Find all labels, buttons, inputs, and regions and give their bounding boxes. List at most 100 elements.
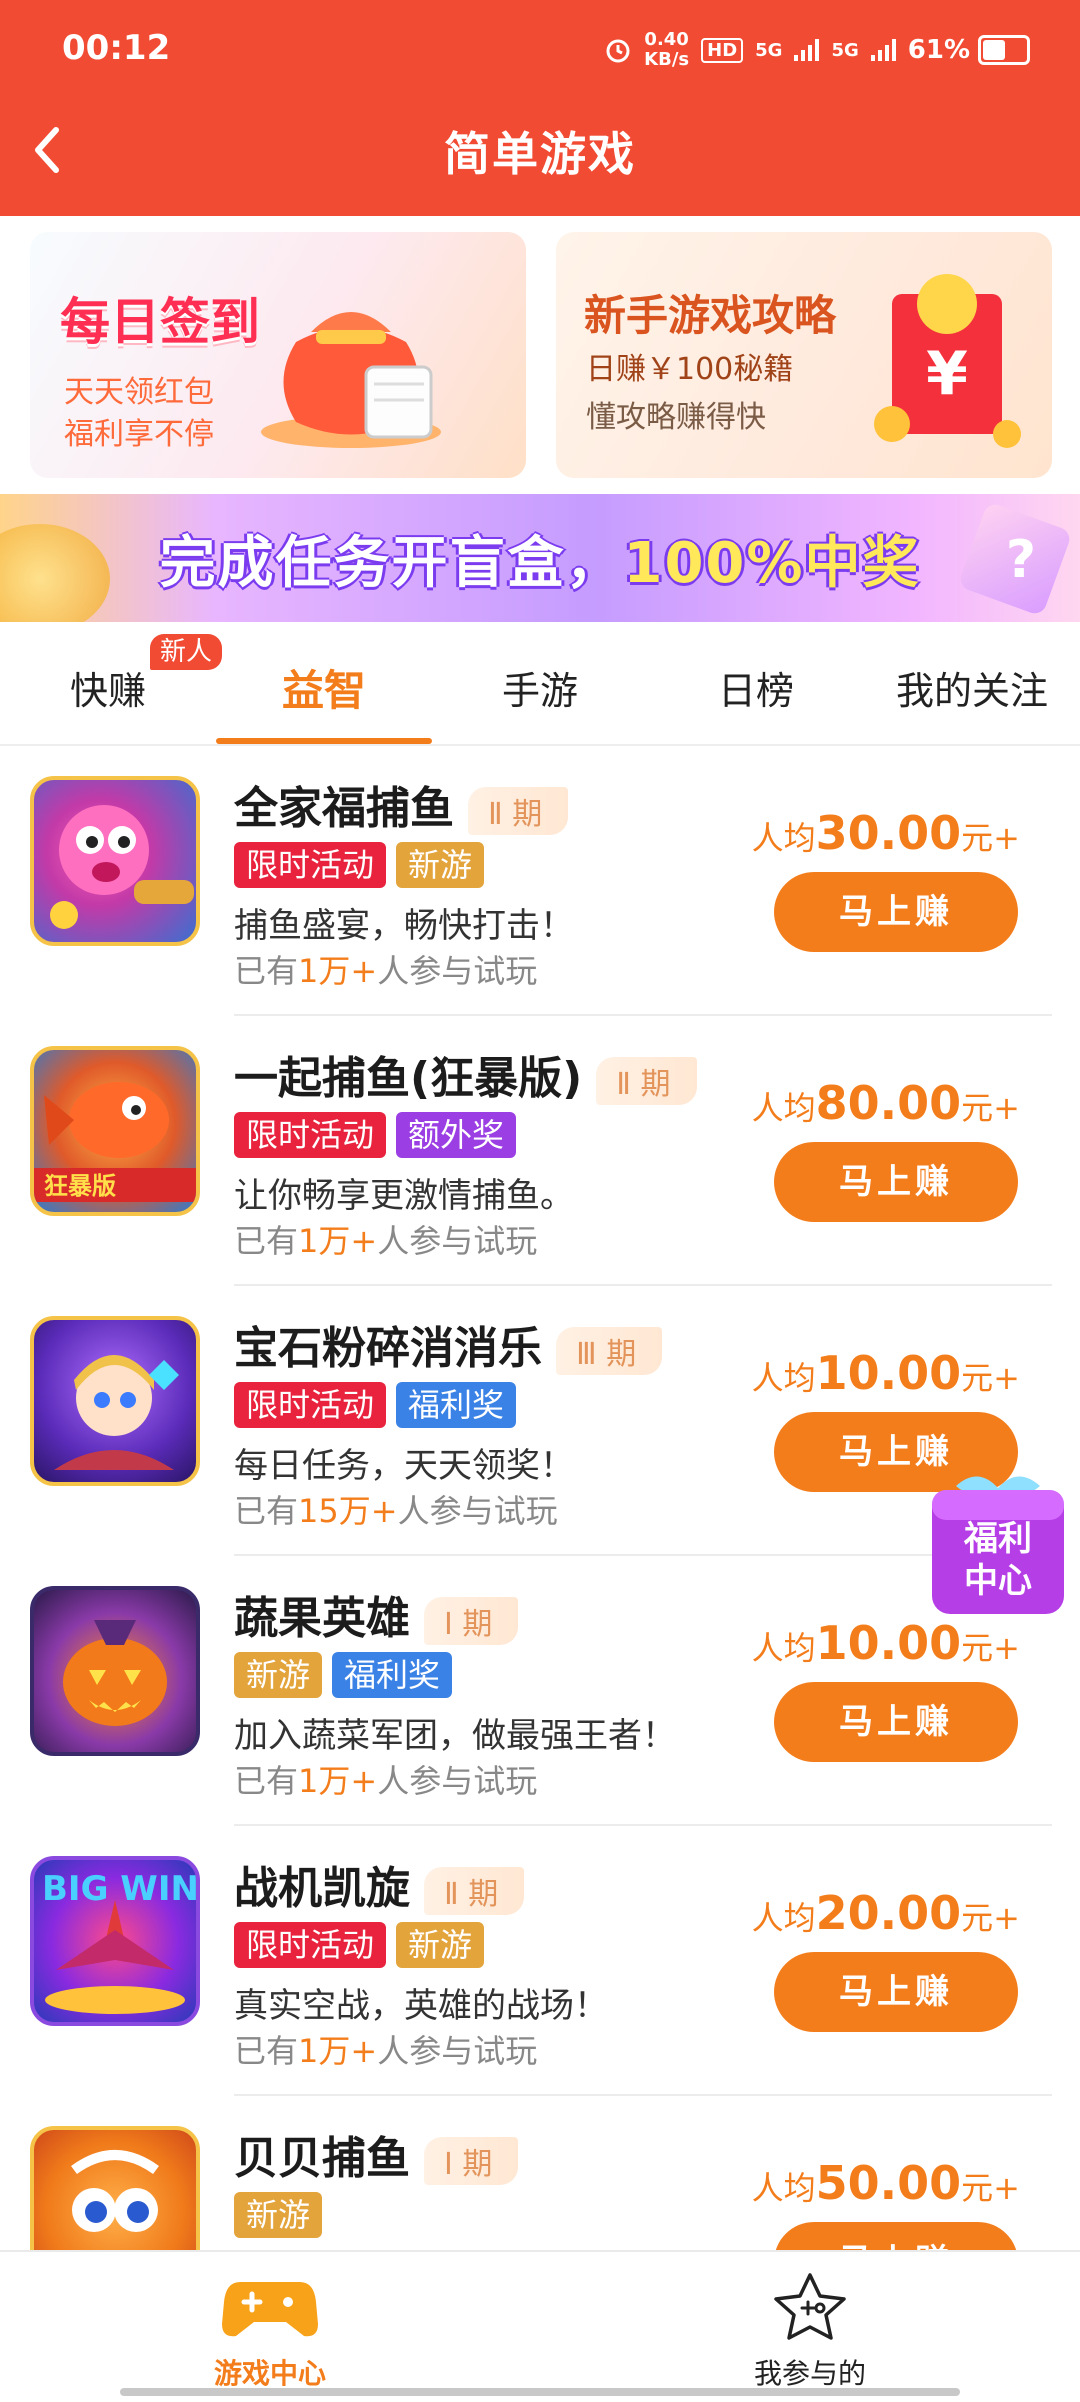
promo-banner[interactable]: 完成任务开盲盒，100%中奖 ?: [0, 494, 1080, 622]
game-tags: 新游: [234, 2192, 323, 2238]
signin-title: 每日签到: [60, 293, 260, 351]
reward-value: 20.00: [815, 1886, 962, 1940]
game-tags: 限时活动 新游: [234, 1922, 485, 1968]
reward-amount: 人均10.00元+: [752, 1346, 1020, 1400]
signal-icon: [794, 39, 820, 61]
earn-now-button[interactable]: 马上赚: [774, 872, 1018, 952]
active-tab-indicator: [216, 738, 432, 744]
game-row[interactable]: 贝贝捕鱼 Ⅰ 期 新游 人均50.00元+ 马上赚: [0, 2096, 1080, 2250]
players-suffix: 人参与试玩: [377, 1222, 538, 1260]
game-desc: 让你畅享更激情捕鱼。: [234, 1176, 574, 1216]
reward-value: 10.00: [815, 1616, 962, 1670]
game-list: 全家福捕鱼 Ⅱ 期 限时活动 新游 捕鱼盛宴，畅快打击！ 已有1万+人参与试玩 人…: [0, 746, 1080, 2250]
players-suffix: 人参与试玩: [377, 952, 538, 990]
reward-amount: 人均50.00元+: [752, 2156, 1020, 2210]
hd-icon: HD: [701, 37, 744, 63]
players-prefix: 已有: [234, 1222, 299, 1260]
reward-prefix: 人均: [751, 2169, 816, 2207]
battery-status: 61%: [908, 35, 1030, 65]
tab-ribang[interactable]: 日榜: [648, 660, 864, 715]
tag-new: 新游: [234, 2192, 323, 2238]
game-name: 一起捕鱼(狂暴版) Ⅱ 期: [234, 1042, 697, 1106]
newbie-guide-card[interactable]: 新手游戏攻略 日赚￥100秘籍 懂攻略赚得快 ¥: [556, 232, 1052, 478]
nav-my-joined[interactable]: 我参与的: [660, 2272, 960, 2392]
category-tabs: 快赚 新人 益智 手游 日榜 我的关注: [0, 622, 1080, 746]
period-badge: Ⅰ 期: [424, 1597, 519, 1645]
tab-my-follow[interactable]: 我的关注: [864, 660, 1080, 715]
reward-suffix: 元+: [961, 819, 1020, 857]
earn-now-button[interactable]: 马上赚: [774, 2222, 1018, 2250]
earn-now-button[interactable]: 马上赚: [774, 1682, 1018, 1762]
players-count: 已有1万+人参与试玩: [234, 946, 537, 992]
daily-signin-card[interactable]: 每日签到 天天领红包 福利享不停: [30, 232, 526, 478]
game-title: 贝贝捕鱼: [234, 2133, 410, 2184]
game-name: 全家福捕鱼 Ⅱ 期: [234, 772, 569, 836]
tab-shouyou[interactable]: 手游: [432, 660, 648, 715]
game-title: 战机凯旋: [234, 1863, 410, 1914]
game-row[interactable]: 全家福捕鱼 Ⅱ 期 限时活动 新游 捕鱼盛宴，畅快打击！ 已有1万+人参与试玩 人…: [0, 746, 1080, 1016]
players-number: 15万+: [298, 1492, 398, 1530]
nav-game-center[interactable]: 游戏中心: [120, 2272, 420, 2392]
reward-value: 80.00: [815, 1076, 962, 1130]
game-name: 蔬果英雄 Ⅰ 期: [234, 1582, 519, 1646]
game-name: 贝贝捕鱼 Ⅰ 期: [234, 2122, 519, 2186]
tag-new: 新游: [234, 1652, 323, 1698]
players-suffix: 人参与试玩: [377, 2032, 538, 2070]
status-bar: 00:12 0.40 KB/s HD 5G 5G 61%: [0, 0, 1080, 104]
earn-now-button[interactable]: 马上赚: [774, 1142, 1018, 1222]
alarm-icon: [606, 39, 630, 63]
network-speed: 0.40 KB/s: [644, 30, 689, 70]
period-badge: Ⅲ 期: [556, 1327, 663, 1375]
gamepad-icon: [222, 2282, 318, 2337]
reward-amount: 人均80.00元+: [752, 1076, 1020, 1130]
tag-welfare: 福利奖: [396, 1382, 517, 1428]
players-prefix: 已有: [234, 1492, 299, 1530]
signin-line1: 天天领红包: [64, 375, 214, 410]
period-badge: Ⅱ 期: [424, 1867, 525, 1915]
game-row[interactable]: BIG WIN 战机凯旋 Ⅱ 期 限时活动 新游 真实空战，英雄的战场！ 已有1万…: [0, 1826, 1080, 2096]
game-row[interactable]: 狂暴版 一起捕鱼(狂暴版) Ⅱ 期 限时活动 额外奖 让你畅享更激情捕鱼。 已有1…: [0, 1016, 1080, 1286]
game-title: 全家福捕鱼: [234, 783, 454, 834]
page-title: 简单游戏: [444, 127, 636, 181]
network-speed-value: 0.40: [644, 29, 689, 50]
svg-text:¥: ¥: [926, 339, 968, 409]
svg-text:BIG WIN: BIG WIN: [42, 1869, 196, 1909]
players-count: 已有1万+人参与试玩: [234, 1756, 537, 1802]
tab-yizhi[interactable]: 益智: [216, 657, 432, 718]
game-tags: 新游 福利奖: [234, 1652, 453, 1698]
players-count: 已有1万+人参与试玩: [234, 1216, 537, 1262]
reward-suffix: 元+: [961, 2169, 1020, 2207]
reward-suffix: 元+: [961, 1089, 1020, 1127]
game-row[interactable]: 宝石粉碎消消乐 Ⅲ 期 限时活动 福利奖 每日任务，天天领奖！ 已有15万+人参与…: [0, 1286, 1080, 1556]
money-bag-icon: [261, 312, 441, 448]
players-prefix: 已有: [234, 952, 299, 990]
signal-icon-2: [870, 39, 896, 61]
game-row[interactable]: 蔬果英雄 Ⅰ 期 新游 福利奖 加入蔬菜军团，做最强王者！ 已有1万+人参与试玩 …: [0, 1556, 1080, 1826]
signin-subtitle: 天天领红包 福利享不停: [64, 372, 214, 456]
question-mark-icon: ?: [1005, 530, 1036, 590]
reward-amount: 人均10.00元+: [752, 1616, 1020, 1670]
network-5g-label-2: 5G: [831, 39, 859, 61]
welfare-center-float-button[interactable]: 福利 中心: [928, 1466, 1068, 1618]
tag-limited: 限时活动: [234, 1112, 387, 1158]
home-indicator: [120, 2388, 960, 2396]
players-number: 1万+: [298, 1222, 378, 1260]
star-icon: [774, 2273, 846, 2340]
earn-now-button[interactable]: 马上赚: [774, 1952, 1018, 2032]
reward-value: 50.00: [815, 2156, 962, 2210]
promo-text-highlight: 100%中奖: [623, 531, 921, 596]
reward-value: 30.00: [815, 806, 962, 860]
reward-prefix: 人均: [751, 1359, 816, 1397]
game-tags: 限时活动 福利奖: [234, 1382, 517, 1428]
battery-percent: 61%: [907, 35, 970, 65]
svg-text:狂暴版: 狂暴版: [44, 1172, 116, 1200]
players-count: 已有1万+人参与试玩: [234, 2026, 537, 2072]
game-tags: 限时活动 新游: [234, 842, 485, 888]
tag-new: 新游: [396, 842, 485, 888]
game-name: 战机凯旋 Ⅱ 期: [234, 1852, 525, 1916]
tag-extra: 额外奖: [396, 1112, 517, 1158]
network-speed-unit: KB/s: [644, 49, 690, 70]
reward-amount: 人均30.00元+: [752, 806, 1020, 860]
reward-prefix: 人均: [751, 1089, 816, 1127]
red-packet-icon: ¥: [874, 274, 1021, 448]
